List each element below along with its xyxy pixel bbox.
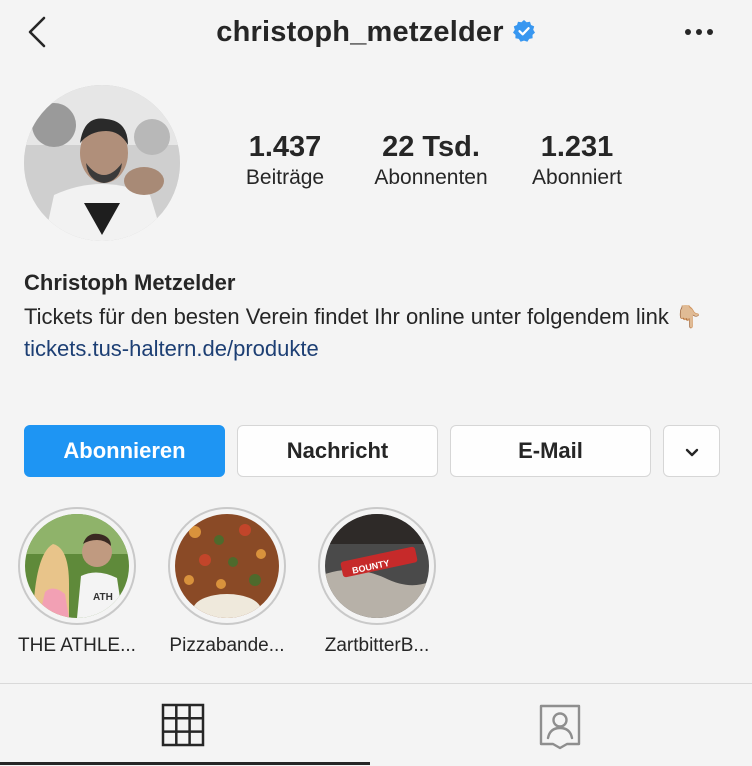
- following-label: Abonniert: [532, 166, 622, 189]
- followers-count: 22 Tsd.: [382, 131, 480, 163]
- posts-label: Beiträge: [245, 166, 325, 189]
- highlight-cover: [175, 514, 279, 626]
- more-horizontal-icon[interactable]: [682, 22, 716, 42]
- verified-badge-icon: [512, 20, 535, 43]
- bio-link[interactable]: tickets.tus-haltern.de/produkte: [24, 333, 724, 365]
- highlight-item[interactable]: BOUNTY ZartbitterB...: [312, 507, 442, 658]
- username-title-row: christoph_metzelder: [0, 16, 752, 49]
- highlight-item[interactable]: Pizzabande...: [162, 507, 292, 658]
- profile-avatar[interactable]: [24, 85, 180, 241]
- username-title: christoph_metzelder: [216, 16, 504, 48]
- stat-following[interactable]: 1.231 Abonniert: [516, 130, 638, 192]
- highlight-ring: [168, 507, 286, 626]
- email-button[interactable]: E-Mail: [450, 425, 651, 477]
- message-button[interactable]: Nachricht: [237, 425, 438, 477]
- highlight-ring: BOUNTY: [318, 507, 436, 625]
- highlight-item[interactable]: ATH THE ATHLE...: [12, 507, 142, 658]
- follow-button[interactable]: Abonnieren: [24, 425, 225, 477]
- posts-count: 1.437: [248, 131, 322, 163]
- highlight-label: Pizzabande...: [169, 635, 285, 656]
- grid-icon[interactable]: [158, 700, 208, 750]
- profile-header: christoph_metzelder: [0, 0, 752, 70]
- tab-divider: [0, 683, 752, 684]
- followers-label: Abonnenten: [374, 166, 488, 189]
- highlight-cover: ATH: [25, 514, 129, 618]
- svg-text:ATH: ATH: [93, 592, 113, 603]
- following-count: 1.231: [540, 131, 614, 163]
- tagged-person-icon[interactable]: [535, 700, 585, 750]
- highlight-label: THE ATHLE...: [18, 635, 136, 656]
- active-tab-indicator: [0, 762, 370, 765]
- profile-bio: Christoph Metzelder Tickets für den best…: [24, 268, 724, 365]
- avatar-photo: [24, 85, 180, 241]
- stat-posts[interactable]: 1.437 Beiträge: [230, 130, 340, 192]
- profile-stats: 1.437 Beiträge 22 Tsd. Abonnenten 1.231 …: [230, 130, 650, 200]
- chevron-down-icon: [685, 448, 698, 457]
- highlight-ring: ATH: [18, 507, 136, 625]
- highlight-cover: BOUNTY: [325, 514, 429, 618]
- stat-followers[interactable]: 22 Tsd. Abonnenten: [363, 130, 499, 192]
- suggestions-dropdown-button[interactable]: [663, 425, 720, 477]
- bio-text: Tickets für den besten Verein findet Ihr…: [24, 304, 703, 329]
- highlight-label: ZartbitterB...: [324, 635, 430, 656]
- profile-name: Christoph Metzelder: [24, 270, 236, 295]
